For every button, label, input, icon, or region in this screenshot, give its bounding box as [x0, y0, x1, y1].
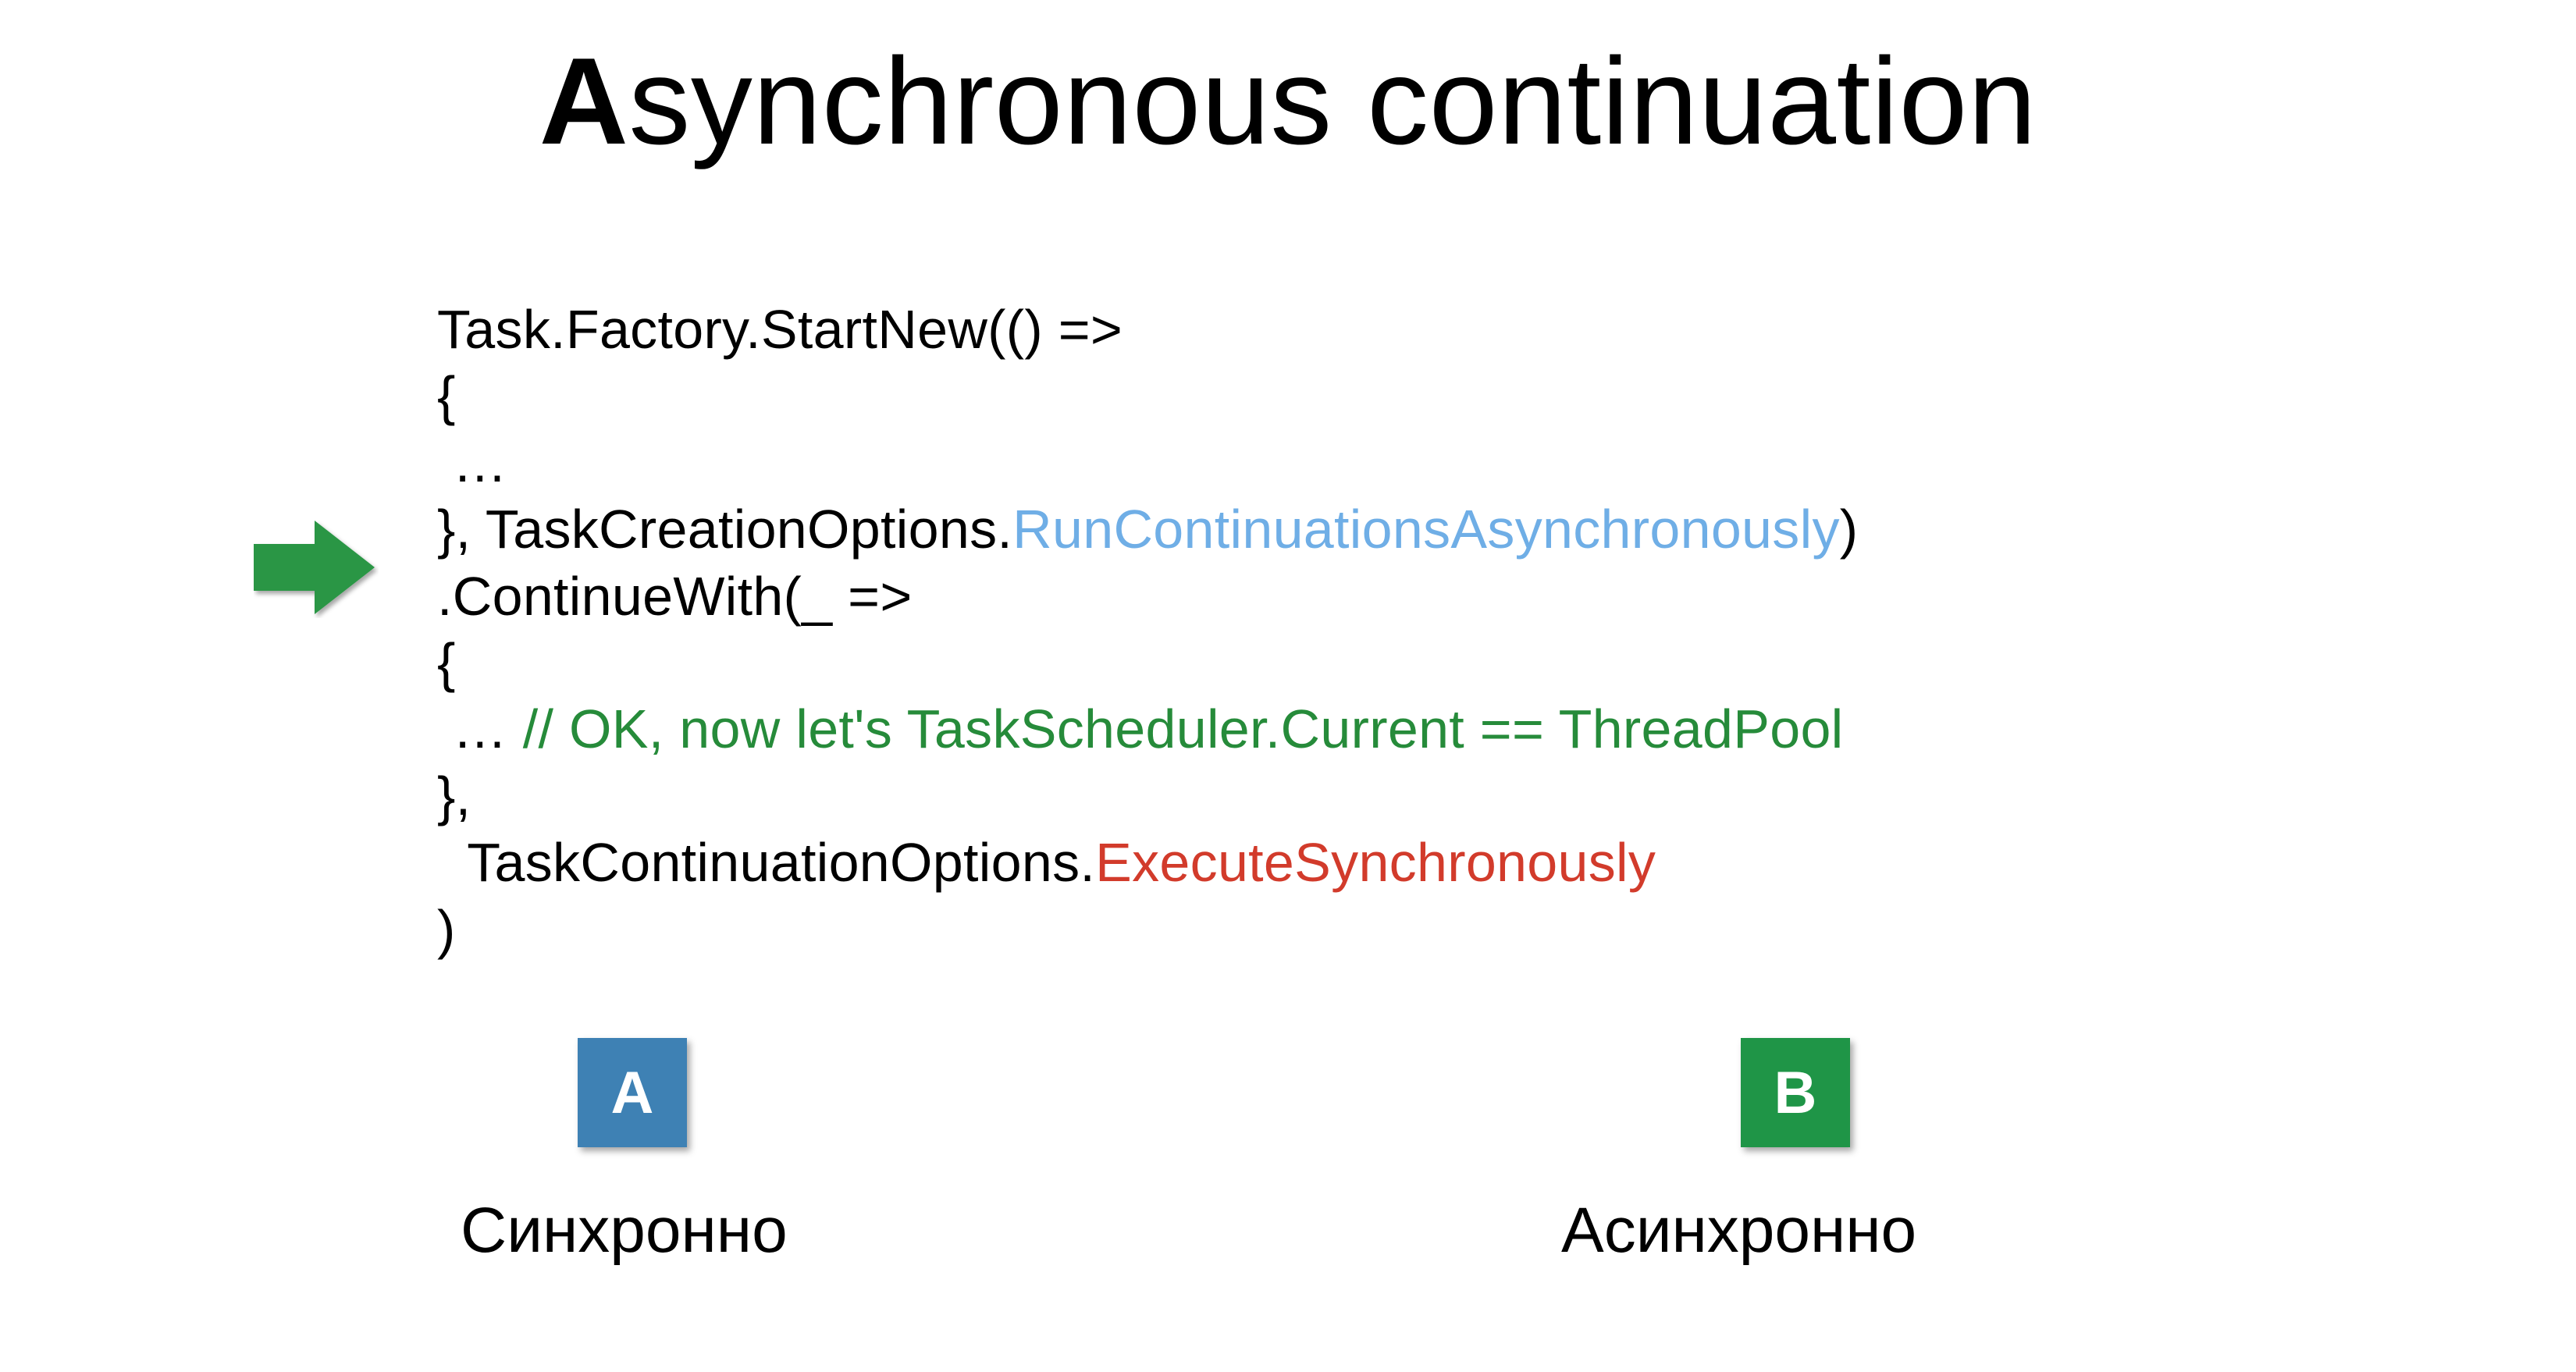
badge-b-label: B	[1774, 1059, 1817, 1127]
badge-a: A	[578, 1038, 687, 1147]
code-line-2: {	[437, 365, 456, 426]
code-line-7a: …	[437, 698, 523, 759]
code-line-9b: ExecuteSynchronously	[1095, 832, 1656, 893]
code-line-9a: TaskContinuationOptions.	[437, 832, 1095, 893]
code-line-7b: // OK, now let's TaskScheduler.Current =…	[523, 698, 1844, 759]
code-line-1: Task.Factory.StartNew(() =>	[437, 299, 1123, 360]
title-bold-char: A	[539, 33, 629, 170]
caption-synchronous: Синхронно	[461, 1194, 788, 1267]
arrow-right-icon	[254, 517, 379, 618]
code-line-8: },	[437, 766, 471, 826]
code-line-10: )	[437, 899, 456, 960]
code-line-6: {	[437, 632, 456, 693]
badge-b: B	[1741, 1038, 1850, 1147]
slide-title: Asynchronous continuation	[0, 31, 2576, 172]
code-block: Task.Factory.StartNew(() => { … }, TaskC…	[437, 297, 1858, 963]
code-line-5: .ContinueWith(_ =>	[437, 566, 913, 627]
slide: Asynchronous continuation Task.Factory.S…	[0, 0, 2576, 1372]
caption-asynchronous: Асинхронно	[1561, 1194, 1916, 1267]
code-line-4b: RunContinuationsAsynchronously	[1012, 499, 1840, 560]
code-line-4c: )	[1840, 499, 1859, 560]
code-line-4a: }, TaskCreationOptions.	[437, 499, 1012, 560]
code-line-3: …	[437, 432, 507, 493]
title-rest: synchronous continuation	[628, 33, 2037, 170]
badge-a-label: A	[611, 1059, 654, 1127]
